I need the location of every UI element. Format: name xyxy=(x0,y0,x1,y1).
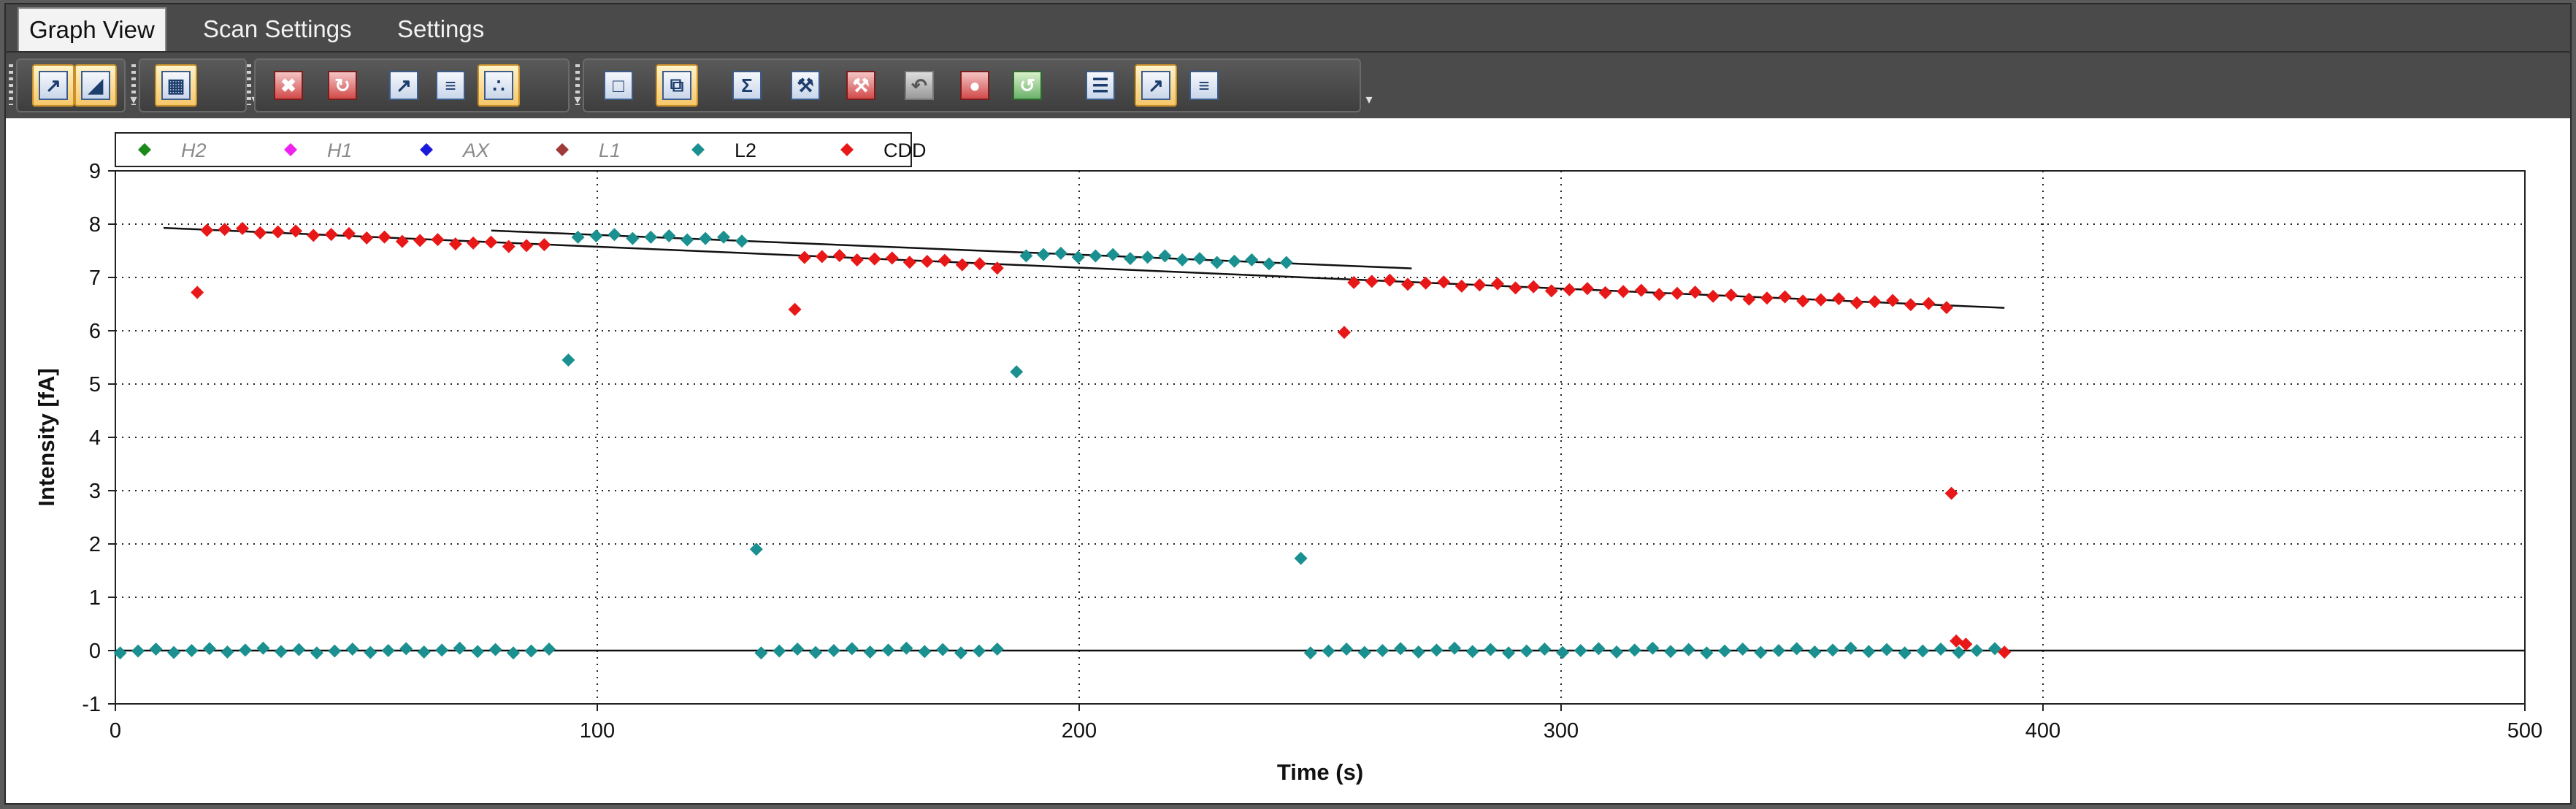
x-axis-title: Time (s) xyxy=(1277,759,1363,785)
x-tick-label: 500 xyxy=(2507,719,2542,743)
legend-label-h1[interactable]: H1 xyxy=(327,139,353,161)
legend-label-ax[interactable]: AX xyxy=(461,139,490,161)
legend-box xyxy=(115,132,912,167)
wrench-button[interactable]: ⚒ xyxy=(784,64,827,107)
list-button[interactable]: ≡ xyxy=(1183,64,1225,107)
toolbar-grip[interactable] xyxy=(131,64,136,105)
refresh-button[interactable]: ↻ xyxy=(321,64,364,107)
table-button[interactable]: ☰ xyxy=(1079,64,1122,107)
window-icon: □ xyxy=(604,71,633,100)
wrench-icon: ⚒ xyxy=(791,71,820,100)
y-tick-label: 5 xyxy=(89,373,101,396)
table-icon: ☰ xyxy=(1086,71,1115,100)
x-tick-label: 200 xyxy=(1062,719,1097,743)
chart-button[interactable]: ↗ xyxy=(383,64,425,107)
scatter-button[interactable]: ∴ xyxy=(478,64,520,107)
y-tick-label: 0 xyxy=(89,640,101,663)
windows-button[interactable]: ⧉ xyxy=(656,64,698,107)
sum-icon: Σ xyxy=(732,71,762,100)
list-icon: ≡ xyxy=(1189,71,1219,100)
chart-icon: ↗ xyxy=(389,71,418,100)
list-button[interactable]: ≡ xyxy=(429,64,472,107)
y-tick-label: 1 xyxy=(89,586,101,610)
graph-button[interactable]: ↗ xyxy=(1135,64,1177,107)
application-window: Graph View Scan Settings Settings ↗◢▾▦▾✖… xyxy=(4,3,2572,805)
toolbar-overflow-dropdown[interactable]: ▾ xyxy=(1362,92,1376,107)
y-tick-label: 3 xyxy=(89,480,101,503)
undo-button[interactable]: ↶ xyxy=(898,64,940,107)
grid-icon: ▦ xyxy=(161,71,191,100)
tab-settings[interactable]: Settings xyxy=(387,9,494,50)
undo-icon: ↶ xyxy=(905,71,934,100)
wrench-remove-button[interactable]: ⚒ xyxy=(840,64,882,107)
x-tick-label: 300 xyxy=(1544,719,1579,743)
chart: 0 100 200 300 400 500 -1 0 1 2 3 4 5 6 7 8 9 Time (s) Inte… xyxy=(34,132,2542,785)
y-tick-label: 4 xyxy=(89,426,101,450)
toolbar-grip[interactable] xyxy=(247,64,251,105)
x-tick-label: 100 xyxy=(580,719,615,743)
record-icon: ● xyxy=(960,71,989,100)
scatter-icon: ∴ xyxy=(484,71,513,100)
sync-button[interactable]: ↺ xyxy=(1006,64,1049,107)
wrench-remove-icon: ⚒ xyxy=(846,71,875,100)
toolbar: ↗◢▾▦▾✖↻↗≡∴▾□⧉Σ⚒⚒↶●↺☰↗≡▾ xyxy=(6,53,2570,118)
y-tick-label: 6 xyxy=(89,320,101,343)
legend-label-l1[interactable]: L1 xyxy=(599,139,621,161)
graph-icon: ↗ xyxy=(39,71,68,100)
toolbar-grip[interactable] xyxy=(9,64,13,105)
y-tick-label: 8 xyxy=(89,213,101,237)
tab-bar: Graph View Scan Settings Settings xyxy=(6,4,2570,53)
window-button[interactable]: □ xyxy=(597,64,640,107)
x-tick-label: 0 xyxy=(110,719,121,743)
legend-label-l2[interactable]: L2 xyxy=(735,139,756,161)
y-tick-label: -1 xyxy=(82,693,101,716)
legend-label-cdd[interactable]: CDD xyxy=(883,139,927,161)
graph-button[interactable]: ↗ xyxy=(32,64,74,107)
graph-icon: ↗ xyxy=(1141,71,1170,100)
y-tick-label: 9 xyxy=(89,160,101,183)
legend-label-h2[interactable]: H2 xyxy=(181,139,207,161)
sum-button[interactable]: Σ xyxy=(726,64,768,107)
y-tick-label: 2 xyxy=(89,533,101,556)
delete-button[interactable]: ✖ xyxy=(267,64,310,107)
delete-icon: ✖ xyxy=(274,71,303,100)
list-icon: ≡ xyxy=(436,71,465,100)
graph-fill-button[interactable]: ◢ xyxy=(74,64,117,107)
toolbar-grip[interactable] xyxy=(575,64,580,105)
sync-icon: ↺ xyxy=(1013,71,1042,100)
refresh-icon: ↻ xyxy=(328,71,357,100)
tab-graph-view[interactable]: Graph View xyxy=(18,7,166,51)
y-axis-title: Intensity [fA] xyxy=(34,368,59,506)
tab-scan-settings[interactable]: Scan Settings xyxy=(193,9,362,50)
record-button[interactable]: ● xyxy=(954,64,996,107)
y-tick-label: 7 xyxy=(89,267,101,290)
grid-button[interactable]: ▦ xyxy=(155,64,197,107)
windows-icon: ⧉ xyxy=(662,71,691,100)
graph-fill-icon: ◢ xyxy=(81,71,110,100)
x-tick-label: 400 xyxy=(2025,719,2061,743)
